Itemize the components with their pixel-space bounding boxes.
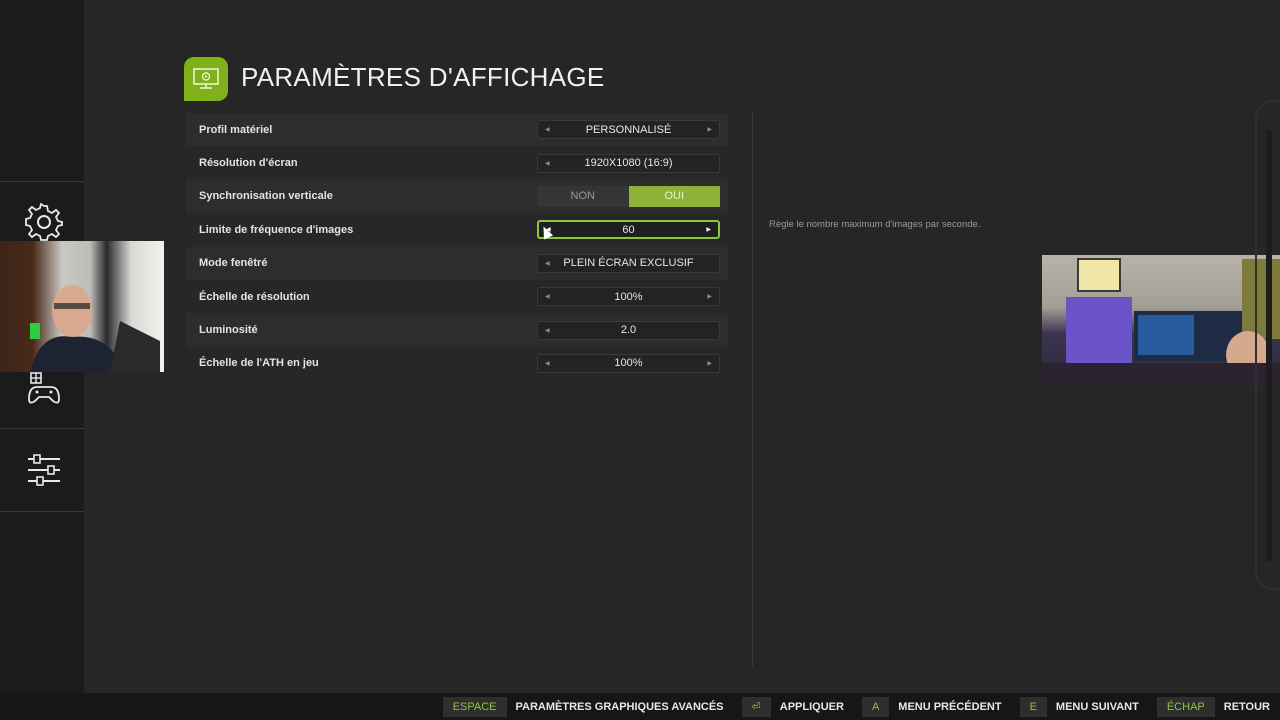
arrow-left-icon[interactable]: ◀ (545, 293, 550, 300)
vsync-toggle[interactable]: NON OUI (537, 185, 720, 207)
hint-label: MENU SUIVANT (1055, 700, 1139, 713)
hint-advanced-settings[interactable]: ESPACE PARAMÈTRES GRAPHIQUES AVANCÉS (442, 696, 724, 717)
enter-icon: ⏎ (741, 696, 771, 717)
setting-label: Profil matériel (199, 123, 273, 136)
arrow-left-icon[interactable]: ◀ (545, 260, 550, 267)
sidebar-divider (0, 181, 84, 182)
key-badge: ESPACE (442, 696, 507, 717)
sidebar-divider (0, 511, 84, 512)
setting-description: Règle le nombre maximum d'images par sec… (769, 219, 981, 230)
page-title: PARAMÈTRES D'AFFICHAGE (241, 62, 605, 92)
vsync-off-option[interactable]: NON (537, 185, 629, 207)
arrow-left-icon[interactable]: ◀ (545, 160, 550, 167)
hud-scale-selector[interactable]: ◀ 100% ▶ (537, 353, 720, 373)
panel-divider (752, 113, 753, 666)
setting-label: Luminosité (199, 324, 258, 337)
resolution-scale-selector[interactable]: ◀ 100% ▶ (537, 287, 720, 307)
hint-label: RETOUR (1223, 700, 1270, 713)
setting-row-framerate-limit[interactable]: Limite de fréquence d'images ◀ 60 ▶ (186, 213, 728, 247)
webcam-overlay-right (1042, 255, 1280, 386)
selector-value: 100% (614, 290, 643, 303)
settings-list: Profil matériel ◀ PERSONNALISÉ ▶ Résolut… (186, 113, 728, 381)
selector-value: 1920X1080 (16:9) (584, 157, 673, 170)
key-badge: ÉCHAP (1156, 696, 1215, 717)
setting-row-hud-scale[interactable]: Échelle de l'ATH en jeu ◀ 100% ▶ (186, 346, 728, 381)
arrow-right-icon[interactable]: ▶ (707, 293, 712, 300)
selector-value: 100% (614, 357, 643, 370)
arrow-left-icon[interactable]: ◀ (545, 126, 550, 133)
setting-row-brightness[interactable]: Luminosité ◀ 2.0 ▶ (186, 313, 728, 347)
brightness-selector[interactable]: ◀ 2.0 ▶ (537, 320, 720, 340)
setting-label: Échelle de l'ATH en jeu (199, 357, 319, 370)
setting-label: Limite de fréquence d'images (199, 223, 354, 236)
hardware-profile-selector[interactable]: ◀ PERSONNALISÉ ▶ (537, 120, 720, 140)
arrow-left-icon[interactable]: ◀ (545, 360, 550, 367)
arrow-right-icon[interactable]: ▶ (707, 126, 712, 133)
selector-value: 60 (622, 223, 635, 236)
setting-row-hardware-profile[interactable]: Profil matériel ◀ PERSONNALISÉ ▶ (186, 113, 728, 147)
setting-row-window-mode[interactable]: Mode fenêtré ◀ PLEIN ÉCRAN EXCLUSIF ▶ (186, 246, 728, 280)
key-badge: A (861, 696, 890, 717)
gear-icon[interactable] (24, 202, 64, 242)
arrow-right-icon[interactable]: ▶ (706, 226, 711, 233)
hint-label: APPLIQUER (779, 700, 844, 713)
selector-value: 2.0 (620, 324, 637, 337)
hint-apply[interactable]: ⏎ APPLIQUER (741, 696, 844, 717)
hint-previous-menu[interactable]: A MENU PRÉCÉDENT (861, 696, 1002, 717)
sliders-icon[interactable] (24, 450, 64, 490)
arrow-right-icon[interactable]: ▶ (707, 360, 712, 367)
hint-back[interactable]: ÉCHAP RETOUR (1156, 696, 1270, 717)
bottom-hint-bar: ESPACE PARAMÈTRES GRAPHIQUES AVANCÉS ⏎ A… (0, 693, 1280, 720)
setting-row-resolution-scale[interactable]: Échelle de résolution ◀ 100% ▶ (186, 279, 728, 314)
vsync-on-option[interactable]: OUI (628, 185, 720, 207)
setting-label: Synchronisation verticale (199, 190, 333, 203)
hint-label: MENU PRÉCÉDENT (898, 700, 1002, 713)
scrollbar[interactable] (1266, 130, 1272, 562)
setting-label: Résolution d'écran (199, 157, 298, 170)
sidebar-divider (0, 428, 84, 429)
setting-label: Mode fenêtré (199, 257, 268, 270)
webcam-overlay-left (0, 241, 164, 372)
gamepad-icon[interactable] (24, 368, 64, 408)
framerate-limit-selector[interactable]: ◀ 60 ▶ (537, 220, 720, 240)
hint-next-menu[interactable]: E MENU SUIVANT (1019, 696, 1139, 717)
monitor-gear-icon (184, 57, 228, 101)
arrow-left-icon[interactable]: ◀ (545, 327, 550, 334)
setting-label: Échelle de résolution (199, 290, 310, 303)
selector-value: PERSONNALISÉ (585, 123, 672, 136)
setting-row-resolution[interactable]: Résolution d'écran ◀ 1920X1080 (16:9) ▶ (186, 146, 728, 180)
window-mode-selector[interactable]: ◀ PLEIN ÉCRAN EXCLUSIF ▶ (537, 253, 720, 273)
resolution-selector[interactable]: ◀ 1920X1080 (16:9) ▶ (537, 153, 720, 173)
hint-label: PARAMÈTRES GRAPHIQUES AVANCÉS (515, 700, 724, 713)
key-badge: E (1019, 696, 1047, 717)
selector-value: PLEIN ÉCRAN EXCLUSIF (563, 257, 694, 270)
setting-row-vsync[interactable]: Synchronisation verticale NON OUI (186, 179, 728, 214)
